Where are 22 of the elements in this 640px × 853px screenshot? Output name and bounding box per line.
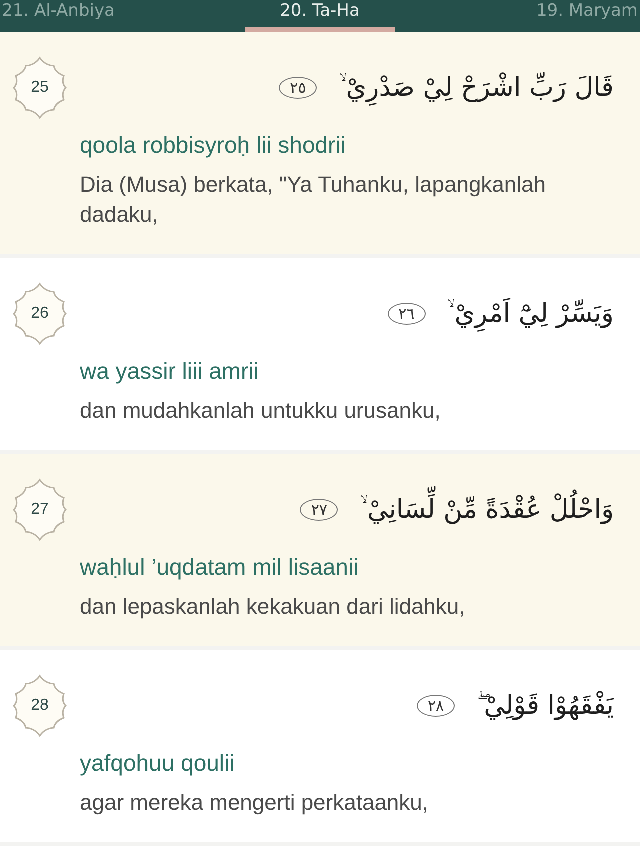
verse-number: 27 <box>30 500 50 520</box>
transliteration: yafqohuu qoulii <box>80 749 236 778</box>
translation: dan mudahkanlah untukku urusanku, <box>80 397 442 425</box>
arabic-verse: وَيَسِّرْ لِيْٓ اَمْرِيْ ۙ <box>444 292 618 336</box>
transliteration: wa yassir liii amrii <box>80 357 260 386</box>
surah-tab[interactable]: 21. Al-Anbiya <box>0 0 150 32</box>
surah-tab[interactable]: 19. Maryam <box>490 0 640 32</box>
verse-number: 25 <box>30 78 50 98</box>
translation: agar mereka mengerti perkataanku, <box>80 789 430 817</box>
ayah-end-mark: ٢٦ <box>388 303 426 325</box>
verse-number: 28 <box>30 696 50 716</box>
arabic-verse: وَاحْلُلْ عُقْدَةً مِّنْ لِّسَانِيْ ۙ <box>356 488 618 532</box>
transliteration: qoola robbisyroḥ lii shodrii <box>80 131 347 160</box>
transliteration: waḥlul ’uqdatam mil lisaanii <box>80 553 360 582</box>
translation: Dia (Musa) berkata, "Ya Tuhanku, lapangkanlah dadaku, <box>80 171 548 229</box>
ayah-end-mark: ٢٥ <box>279 77 318 99</box>
arabic-verse: يَفْقَهُوْا قَوْلِيْ ۖ <box>476 690 616 723</box>
translation: dan lepaskanlah kekakuan dari lidahku, <box>80 593 466 621</box>
arabic-verse: قَالَ رَبِّ اشْرَحْ لِيْ صَدْرِيْ ۙ <box>335 66 618 110</box>
ayah-end-mark: ٢٨ <box>416 695 456 717</box>
ayah-end-mark: ٢٧ <box>300 499 338 521</box>
verse-number: 26 <box>30 304 50 324</box>
